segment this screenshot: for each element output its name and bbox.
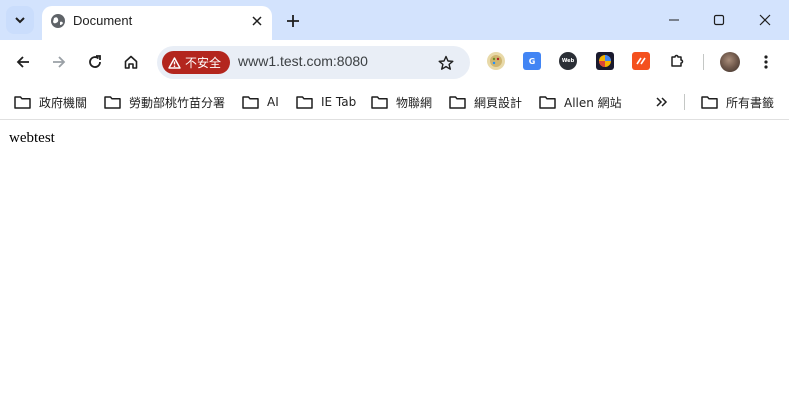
reload-icon xyxy=(89,55,101,68)
folder-icon xyxy=(242,96,259,109)
bookmark-folder[interactable]: Allen 網站 xyxy=(539,90,622,114)
minimize-icon xyxy=(669,19,679,21)
folder-icon xyxy=(701,96,718,109)
star-icon xyxy=(438,55,454,70)
window-close-button[interactable] xyxy=(745,4,785,36)
tab-close-button[interactable] xyxy=(248,12,266,30)
page-body-text: webtest xyxy=(9,130,55,146)
page-content: webtest xyxy=(0,121,789,420)
home-icon xyxy=(124,55,138,69)
bookmark-label: 物聯網 xyxy=(396,95,433,110)
toolbar: 不安全 www1.test.com:8080 G Web xyxy=(0,40,789,84)
toolbar-divider xyxy=(703,54,704,70)
title-bar: Document xyxy=(0,0,789,40)
arrow-left-icon xyxy=(16,56,29,68)
close-icon xyxy=(252,16,262,26)
kebab-menu-icon xyxy=(764,55,768,69)
colorful-globe-extension-icon[interactable] xyxy=(596,52,614,70)
close-icon xyxy=(759,14,771,26)
maximize-icon xyxy=(713,14,725,26)
folder-icon xyxy=(371,96,388,109)
home-button[interactable] xyxy=(117,48,145,76)
double-chevron-right-icon xyxy=(656,97,668,107)
bookmark-folder[interactable]: 政府機關 xyxy=(14,90,87,114)
bookmark-folder[interactable]: 勞動部桃竹苗分署 xyxy=(104,90,225,114)
new-tab-button[interactable] xyxy=(281,9,305,33)
chevron-down-icon xyxy=(15,17,25,24)
bookmark-label: 網頁設計 xyxy=(474,95,523,110)
folder-icon xyxy=(539,96,556,109)
folder-icon xyxy=(296,96,313,109)
menu-button[interactable] xyxy=(752,48,780,76)
security-label: 不安全 xyxy=(185,56,222,70)
plus-icon xyxy=(287,15,299,27)
minimize-button[interactable] xyxy=(654,4,694,36)
bookmark-folder[interactable]: 網頁設計 xyxy=(449,90,522,114)
folder-icon xyxy=(104,96,121,109)
security-indicator[interactable]: 不安全 xyxy=(162,51,230,74)
folder-icon xyxy=(449,96,466,109)
profile-avatar[interactable] xyxy=(720,52,740,72)
puzzle-icon xyxy=(671,54,684,67)
bookmark-star-button[interactable] xyxy=(435,52,457,74)
bookmark-folder[interactable]: 物聯網 xyxy=(371,90,432,114)
bookmark-label: AI xyxy=(267,95,279,109)
palette-extension-icon[interactable] xyxy=(487,52,505,70)
url-text[interactable]: www1.test.com:8080 xyxy=(238,53,368,69)
bookmarks-overflow-button[interactable] xyxy=(652,92,672,112)
warning-icon xyxy=(168,56,181,69)
extensions-button[interactable] xyxy=(668,52,686,70)
globe-icon xyxy=(51,14,65,28)
active-tab[interactable]: Document xyxy=(42,6,272,40)
folder-icon xyxy=(14,96,31,109)
bookmarks-divider xyxy=(684,94,685,110)
reload-button[interactable] xyxy=(81,48,109,76)
all-bookmarks-label: 所有書籤 xyxy=(726,95,775,110)
bookmark-label: Allen 網站 xyxy=(564,95,622,110)
bookmark-label: 勞動部桃竹苗分署 xyxy=(129,95,226,110)
back-button[interactable] xyxy=(9,48,37,76)
web-extension-icon[interactable]: Web xyxy=(559,52,577,70)
google-translate-extension-icon[interactable]: G xyxy=(523,52,541,70)
bookmarks-bar: 政府機關 勞動部桃竹苗分署 AI IE Tab 物聯網 網頁設計 Allen 網… xyxy=(0,84,789,120)
bookmark-folder[interactable]: AI xyxy=(242,90,279,114)
all-bookmarks-folder[interactable]: 所有書籤 xyxy=(701,90,774,114)
forward-button[interactable] xyxy=(45,48,73,76)
tab-search-button[interactable] xyxy=(6,6,34,34)
maximize-button[interactable] xyxy=(699,4,739,36)
address-bar[interactable]: 不安全 www1.test.com:8080 xyxy=(157,46,470,79)
arrow-right-icon xyxy=(53,56,66,68)
bookmark-label: 政府機關 xyxy=(39,95,88,110)
bookmark-folder[interactable]: IE Tab xyxy=(296,90,356,114)
orange-extension-icon[interactable] xyxy=(632,52,650,70)
tab-title: Document xyxy=(73,13,133,28)
bookmark-label: IE Tab xyxy=(321,95,357,109)
